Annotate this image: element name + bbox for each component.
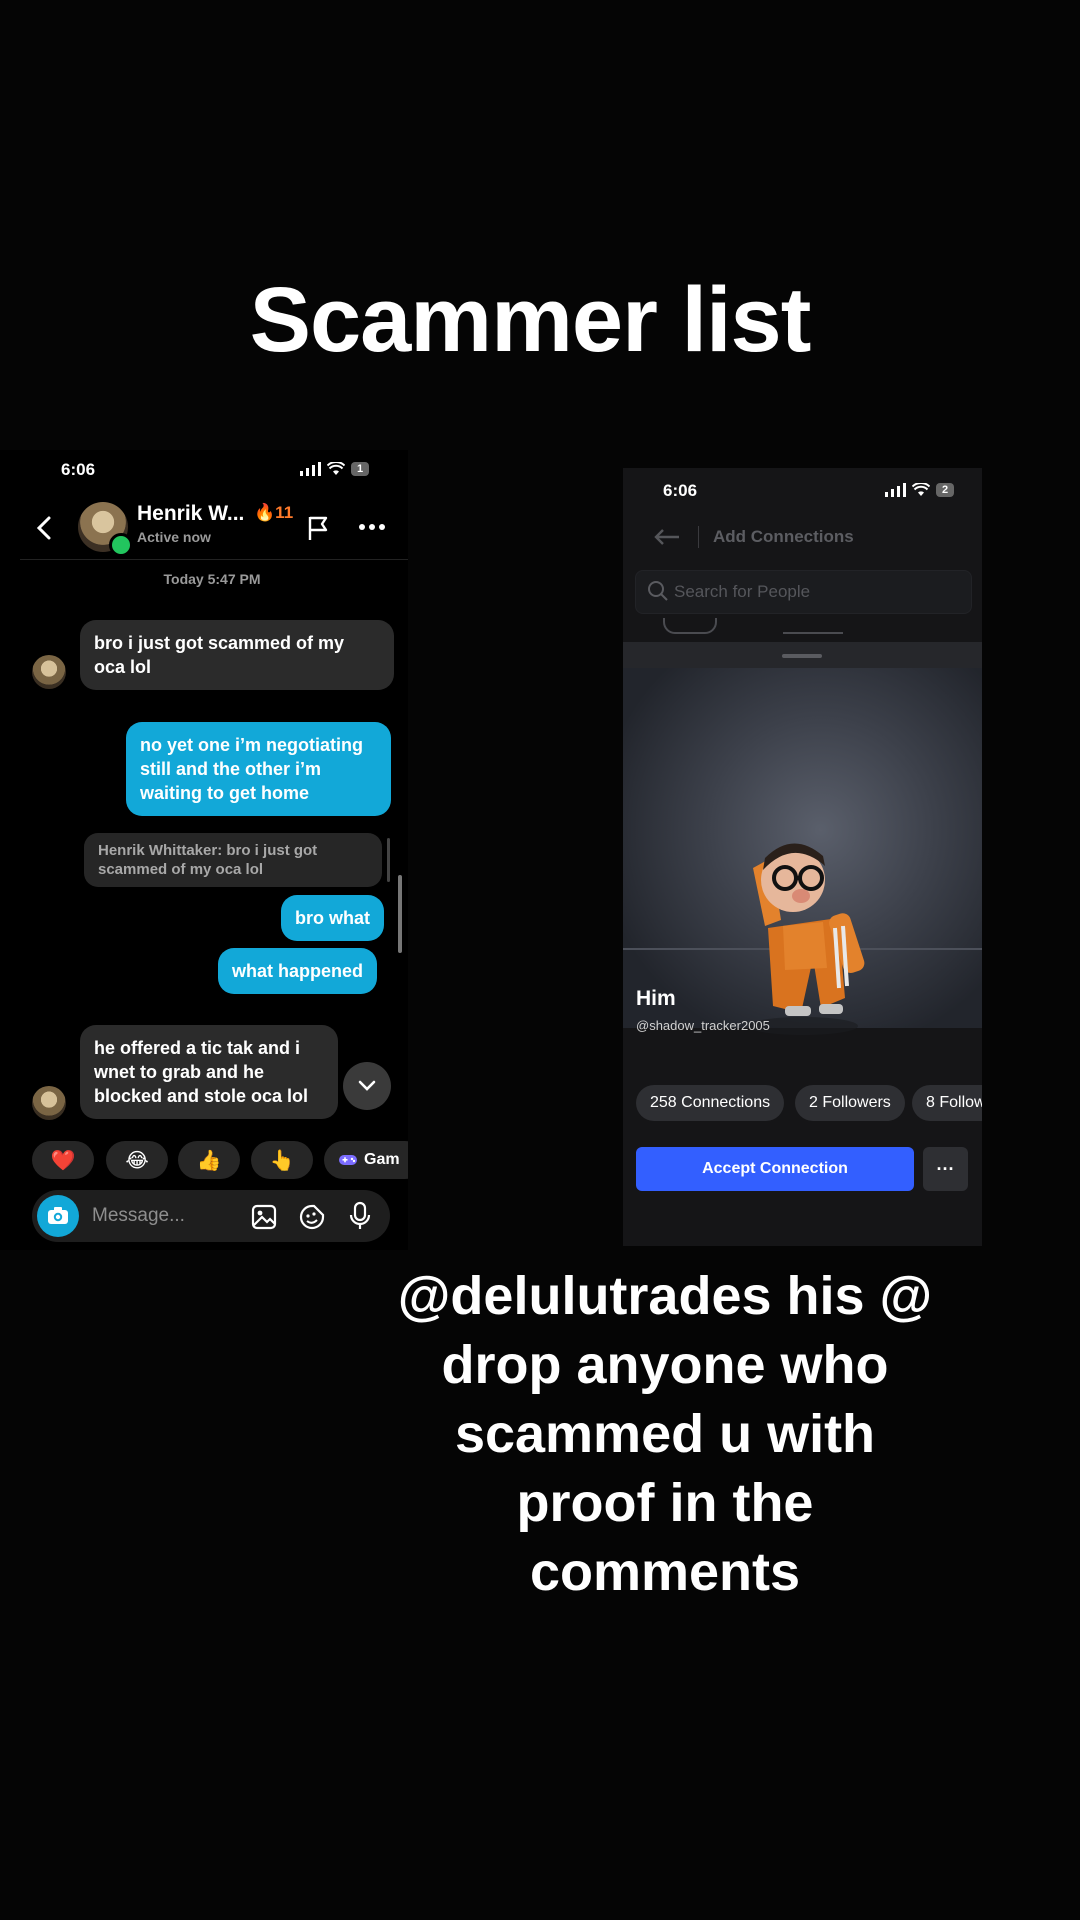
camera-icon	[48, 1207, 68, 1224]
wifi-icon	[327, 462, 345, 475]
status-time: 6:06	[663, 481, 698, 500]
reaction-laugh[interactable]: 😂	[106, 1141, 168, 1179]
contact-name[interactable]: Henrik W...	[137, 502, 244, 526]
sticker-icon[interactable]	[298, 1203, 326, 1231]
sheet-handle[interactable]	[782, 654, 822, 658]
camera-button[interactable]	[37, 1195, 79, 1237]
reaction-thumbs-up[interactable]: 👍	[178, 1141, 240, 1179]
profile-screenshot: 6:06 2 Add Connections Search for People…	[623, 468, 982, 1246]
followers-count[interactable]: 2 Followers	[795, 1085, 905, 1121]
active-status: Active now	[137, 529, 211, 545]
chat-screenshot: 6:06 1 Henrik W... 🔥11 Active now Today …	[0, 450, 408, 1250]
back-arrow-icon[interactable]	[653, 528, 681, 546]
search-placeholder: Search for People	[674, 582, 811, 601]
battery-indicator: 1	[351, 462, 370, 476]
more-options-button[interactable]: ···	[923, 1147, 968, 1191]
chevron-down-icon	[358, 1080, 376, 1091]
streak-badge: 🔥11	[254, 503, 294, 522]
profile-username: @shadow_tracker2005	[636, 1018, 770, 1033]
partial-icon	[783, 618, 843, 634]
message-input-placeholder[interactable]: Message...	[92, 1205, 185, 1227]
message-bubble[interactable]: no yet one i’m negotiating still and the…	[126, 722, 391, 816]
reaction-heart[interactable]: ❤️	[32, 1141, 94, 1179]
following-count[interactable]: 8 Follow	[912, 1085, 982, 1121]
games-label: Gam	[364, 1151, 400, 1168]
scrollbar-thumb[interactable]	[398, 875, 402, 953]
message-composer[interactable]	[32, 1190, 390, 1242]
page-header-title: Add Connections	[713, 527, 854, 546]
back-icon[interactable]	[34, 515, 54, 541]
message-bubble[interactable]: what happened	[218, 948, 378, 994]
games-button[interactable]: Gam	[324, 1141, 408, 1179]
date-label: Today 5:47 PM	[163, 571, 261, 587]
signal-icon	[885, 483, 906, 497]
header-divider	[698, 526, 699, 548]
battery-indicator: 2	[936, 483, 955, 497]
scroll-down-button[interactable]	[343, 1062, 391, 1110]
signal-icon	[300, 462, 321, 476]
sender-avatar	[32, 1086, 66, 1120]
message-bubble[interactable]: bro what	[281, 895, 384, 941]
message-bubble[interactable]: he offered a tic tak and i wnet to grab …	[80, 1025, 338, 1119]
status-icons: 1	[300, 462, 370, 476]
caption-text: @delulutrades his @ drop anyone who scam…	[397, 1266, 933, 1602]
gallery-icon[interactable]	[250, 1203, 278, 1231]
avatar-character	[748, 843, 865, 1035]
online-dot	[109, 533, 133, 557]
sender-avatar	[32, 655, 66, 689]
reply-bar	[387, 838, 390, 882]
header-divider	[20, 559, 408, 560]
flag-icon[interactable]	[306, 514, 332, 542]
profile-display-name: Him	[636, 987, 676, 1010]
wifi-icon	[912, 483, 930, 496]
status-icons: 2	[885, 483, 955, 497]
message-bubble[interactable]: bro i just got scammed of my oca lol	[80, 620, 394, 690]
more-icon[interactable]	[358, 523, 386, 531]
connections-count[interactable]: 258 Connections	[636, 1085, 785, 1121]
search-icon	[648, 581, 668, 601]
status-time: 6:06	[61, 460, 96, 479]
accept-connection-button[interactable]: Accept Connection	[636, 1147, 914, 1191]
gamepad-icon	[339, 1155, 357, 1165]
mic-icon[interactable]	[348, 1201, 372, 1231]
page-title: Scammer list	[249, 269, 812, 371]
reaction-point-up[interactable]: 👆	[251, 1141, 313, 1179]
streak-count: 11	[275, 503, 294, 522]
reply-preview: Henrik Whittaker: bro i just got scammed…	[84, 833, 382, 887]
partial-icon	[663, 618, 717, 634]
